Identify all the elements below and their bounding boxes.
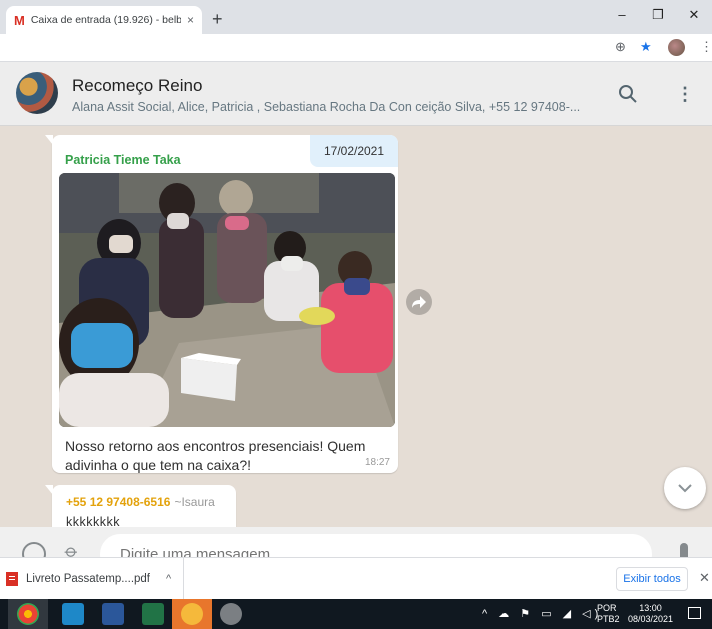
download-file-name[interactable]: Livreto Passatemp....pdf — [26, 573, 150, 585]
input-language[interactable]: POR PTB2 — [597, 603, 620, 625]
group-avatar[interactable] — [16, 72, 58, 114]
word-taskbar-icon[interactable] — [102, 603, 124, 625]
keyboard-layout: PTB2 — [597, 614, 620, 624]
message-bubble[interactable]: Patricia Tieme Taka 17/02/2021 Nosso ret… — [45, 135, 398, 473]
clock-date: 08/03/2021 — [628, 614, 674, 624]
browser-tab-strip: M Caixa de entrada (19.926) - belbr × + … — [0, 0, 712, 34]
zoom-icon[interactable]: ⊕ — [615, 39, 626, 55]
system-tray-icons[interactable]: ^ ☁ ⚑ ▭ ◢ ◁) — [482, 607, 602, 620]
restore-button[interactable]: ❐ — [640, 0, 676, 30]
message-sender[interactable]: Patricia Tieme Taka — [65, 153, 181, 167]
bookmark-star-icon[interactable]: ★ — [640, 39, 652, 55]
close-window-button[interactable]: ✕ — [676, 0, 712, 30]
tab-close-icon[interactable]: × — [187, 13, 194, 27]
paint-taskbar-icon[interactable] — [220, 603, 242, 625]
sender-pushname: ~Isaura — [174, 495, 215, 509]
search-icon[interactable] — [618, 84, 638, 104]
message-input[interactable] — [100, 534, 652, 557]
message-caption: Nosso retorno aos encontros presenciais!… — [65, 438, 366, 473]
windows-taskbar: ^ ☁ ⚑ ▭ ◢ ◁) POR PTB2 13:00 08/03/2021 — [0, 599, 712, 629]
download-bar: Livreto Passatemp....pdf ^ Exibir todos … — [0, 557, 712, 600]
excel-taskbar-icon[interactable] — [142, 603, 164, 625]
language-code: POR — [597, 603, 617, 613]
calculator-taskbar-icon[interactable] — [62, 603, 84, 625]
gmail-icon: M — [14, 12, 25, 28]
compose-bar: ⌀ — [0, 527, 712, 557]
message-text: kkkkkkkk — [66, 515, 120, 527]
chevron-down-icon — [678, 483, 692, 492]
mic-icon[interactable] — [680, 543, 688, 557]
pdf-file-icon — [6, 572, 18, 586]
message-time: 18:27 — [364, 457, 390, 468]
taskbar-clock[interactable]: 13:00 08/03/2021 — [628, 603, 673, 625]
close-download-bar-icon[interactable]: ✕ — [699, 570, 710, 586]
group-members: Alana Assit Social, Alice, Patricia , Se… — [72, 100, 581, 114]
tab-title: Caixa de entrada (19.926) - belbr — [30, 14, 181, 26]
browser-menu-icon[interactable]: ⋮ — [700, 39, 712, 55]
download-options-chevron[interactable]: ^ — [166, 573, 171, 585]
sender-phone[interactable]: +55 12 97408-6516 — [66, 495, 170, 509]
minimize-button[interactable]: – — [604, 0, 640, 30]
app-taskbar-icon[interactable] — [181, 603, 203, 625]
attach-icon[interactable]: ⌀ — [60, 540, 83, 557]
group-name: Recomeço Reino — [72, 76, 203, 95]
message-photo[interactable] — [59, 173, 395, 427]
chat-area[interactable]: Patricia Tieme Taka 17/02/2021 Nosso ret… — [0, 127, 712, 527]
profile-avatar[interactable] — [668, 39, 685, 56]
message-sender[interactable]: +55 12 97408-6516 ~Isaura — [66, 495, 215, 509]
clock-time: 13:00 — [639, 603, 662, 613]
download-item[interactable]: Livreto Passatemp....pdf ^ — [6, 558, 184, 600]
group-photo-image — [59, 173, 395, 427]
emoji-icon[interactable] — [22, 542, 46, 557]
chat-menu-icon[interactable]: ⋮ — [676, 84, 694, 105]
window-controls: – ❐ ✕ — [604, 0, 712, 30]
show-all-downloads-button[interactable]: Exibir todos — [616, 567, 688, 591]
browser-tab-gmail[interactable]: M Caixa de entrada (19.926) - belbr × — [6, 6, 202, 34]
notifications-icon[interactable] — [688, 607, 701, 619]
new-tab-button[interactable]: + — [212, 9, 223, 30]
chat-header[interactable]: Recomeço Reino Alana Assit Social, Alice… — [0, 62, 712, 126]
scroll-down-button[interactable] — [664, 467, 706, 509]
forward-icon[interactable] — [406, 289, 432, 315]
message-bubble[interactable]: +55 12 97408-6516 ~Isaura kkkkkkkk — [45, 485, 236, 527]
date-chip: 17/02/2021 — [310, 135, 398, 167]
chrome-taskbar-icon[interactable] — [17, 603, 39, 625]
browser-toolbar: ⊕ ★ ⋮ — [0, 34, 712, 62]
